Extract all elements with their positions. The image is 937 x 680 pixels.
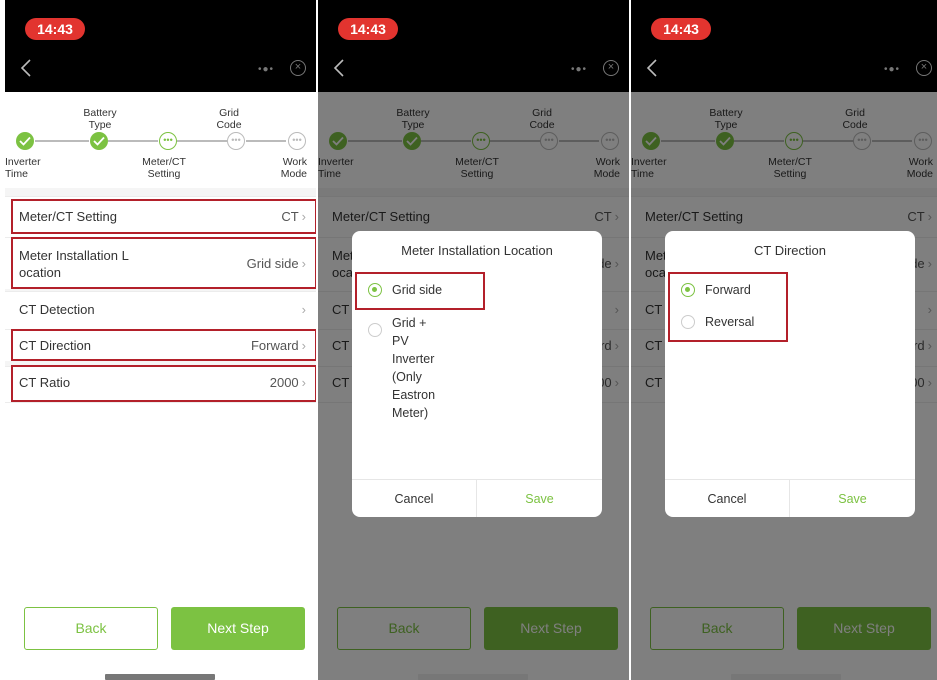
dialog-footer: Cancel Save bbox=[352, 479, 602, 517]
step-connector bbox=[108, 140, 158, 142]
dialog-title: CT Direction bbox=[753, 243, 826, 258]
next-step-button[interactable]: Next Step bbox=[171, 607, 305, 650]
row-label: CT Direction bbox=[19, 338, 92, 353]
meter-location-dialog: Meter Installation Location Grid side Gr… bbox=[352, 231, 602, 517]
divider bbox=[5, 188, 316, 196]
row-meter-installation-location[interactable]: Meter Installation L ocation Grid side › bbox=[5, 237, 316, 289]
ct-direction-dialog: CT Direction Forward Reversal Cancel Sav… bbox=[665, 231, 915, 517]
status-time: 14:43 bbox=[651, 18, 711, 40]
step-pending-icon: ••• bbox=[288, 132, 306, 150]
phone-screen-2: 14:43 •●• × Inverter Time Battery Type M… bbox=[318, 0, 629, 680]
step-current-icon: ••• bbox=[159, 132, 177, 150]
stepper: Inverter Time Battery Type Meter/CT Sett… bbox=[5, 92, 316, 188]
row-value: › bbox=[299, 302, 306, 317]
option-label: Grid + PV Inverter (Only Eastron Meter) bbox=[392, 316, 436, 420]
back-arrow-icon[interactable] bbox=[330, 58, 350, 78]
row-value: Grid side › bbox=[246, 256, 306, 271]
chevron-right-icon: › bbox=[301, 338, 306, 353]
more-icon[interactable]: •●• bbox=[571, 65, 587, 75]
status-bar: 14:43 bbox=[631, 0, 937, 44]
cancel-button[interactable]: Cancel bbox=[352, 480, 477, 517]
step-label-grid-code: Grid Code bbox=[216, 107, 242, 131]
status-time: 14:43 bbox=[338, 18, 398, 40]
radio-selected-icon[interactable] bbox=[368, 283, 382, 297]
row-value: Forward › bbox=[250, 338, 306, 353]
row-label: Meter Installation L ocation bbox=[19, 248, 129, 280]
close-icon[interactable]: × bbox=[603, 60, 619, 76]
step-done-check-icon bbox=[90, 132, 108, 150]
row-label: CT Ratio bbox=[19, 375, 71, 390]
save-button[interactable]: Save bbox=[790, 480, 915, 517]
option-label: Forward bbox=[705, 283, 751, 297]
more-icon[interactable]: •●• bbox=[884, 65, 900, 75]
step-connector bbox=[177, 140, 227, 142]
phone-screen-1: 14:43 •●• × Inverter Time Battery Type M… bbox=[5, 0, 316, 680]
radio-unselected-icon[interactable] bbox=[681, 315, 695, 329]
nav-bar: •●• × bbox=[318, 44, 629, 92]
close-icon[interactable]: × bbox=[916, 60, 932, 76]
home-indicator bbox=[731, 674, 841, 680]
step-label-battery-type: Battery Type bbox=[83, 107, 117, 131]
dialog-footer: Cancel Save bbox=[665, 479, 915, 517]
option-label: Grid side bbox=[392, 283, 443, 297]
option-label: Reversal bbox=[705, 315, 755, 329]
nav-bar: •●• × bbox=[5, 44, 316, 92]
status-bar: 14:43 bbox=[318, 0, 629, 44]
back-button[interactable]: Back bbox=[24, 607, 158, 650]
back-arrow-icon[interactable] bbox=[643, 58, 663, 78]
chevron-right-icon: › bbox=[301, 256, 306, 271]
nav-bar: •●• × bbox=[631, 44, 937, 92]
step-connector bbox=[246, 140, 286, 142]
row-label: CT Detection bbox=[19, 302, 95, 317]
step-pending-icon: ••• bbox=[227, 132, 245, 150]
step-label-meter-ct: Meter/CT Setting bbox=[142, 156, 186, 180]
chevron-right-icon: › bbox=[301, 209, 306, 224]
step-connector bbox=[35, 140, 89, 142]
radio-unselected-icon[interactable] bbox=[368, 323, 382, 337]
status-bar: 14:43 bbox=[5, 0, 316, 44]
home-indicator bbox=[105, 674, 215, 680]
step-label-work-mode: Work Mode bbox=[280, 156, 307, 180]
chevron-right-icon: › bbox=[301, 375, 306, 390]
phone-screen-3: 14:43 •●• × Inverter Time Battery Type M… bbox=[631, 0, 937, 680]
row-label: Meter/CT Setting bbox=[19, 209, 118, 224]
step-done-check-icon bbox=[16, 132, 34, 150]
close-icon[interactable]: × bbox=[290, 60, 306, 76]
row-value: CT› bbox=[281, 209, 306, 224]
row-ct-direction[interactable]: CT Direction Forward › bbox=[5, 329, 316, 361]
row-ct-detection[interactable]: CT Detection › bbox=[5, 291, 316, 329]
row-meter-ct-setting[interactable]: Meter/CT Setting CT› bbox=[5, 196, 316, 234]
row-ct-ratio[interactable]: CT Ratio 2000 › bbox=[5, 366, 316, 402]
cancel-button[interactable]: Cancel bbox=[665, 480, 790, 517]
chevron-right-icon: › bbox=[301, 302, 306, 317]
radio-selected-icon[interactable] bbox=[681, 283, 695, 297]
more-icon[interactable]: •●• bbox=[258, 65, 274, 75]
step-label-inverter-time: Inverter Time bbox=[5, 156, 41, 180]
home-indicator bbox=[418, 674, 528, 680]
dialog-title: Meter Installation Location bbox=[401, 243, 553, 258]
status-time: 14:43 bbox=[25, 18, 85, 40]
row-value: 2000 › bbox=[269, 375, 306, 390]
back-arrow-icon[interactable] bbox=[17, 58, 37, 78]
save-button[interactable]: Save bbox=[477, 480, 602, 517]
empty-area bbox=[5, 402, 316, 602]
